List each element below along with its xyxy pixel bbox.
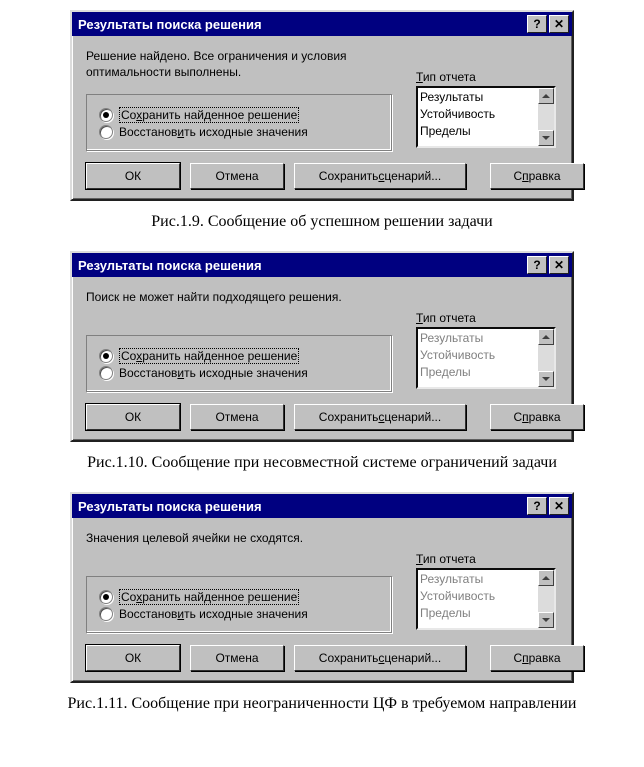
radio-icon bbox=[99, 590, 113, 604]
report-type-listbox[interactable]: РезультатыУстойчивостьПределы bbox=[416, 327, 556, 389]
radio-restore-values[interactable]: Восстановить исходные значения bbox=[99, 607, 379, 621]
scroll-down-button[interactable] bbox=[538, 371, 554, 387]
report-type-block: Тип отчета РезультатыУстойчивостьПределы bbox=[416, 311, 556, 389]
help-reference-button[interactable]: Справка bbox=[490, 163, 584, 189]
chevron-down-icon bbox=[542, 136, 550, 140]
result-action-group: Сохранить найденное решение Восстановить… bbox=[86, 576, 392, 633]
report-option-2: Пределы bbox=[420, 364, 536, 381]
chevron-down-icon bbox=[542, 377, 550, 381]
status-message: Поиск не может найти подходящего решения… bbox=[86, 289, 386, 321]
report-type-label: Тип отчета bbox=[416, 70, 556, 84]
help-button[interactable]: ? bbox=[527, 497, 547, 515]
dialog-title: Результаты поиска решения bbox=[78, 17, 525, 32]
cancel-button[interactable]: Отмена bbox=[190, 163, 284, 189]
radio-keep-solution[interactable]: Сохранить найденное решение bbox=[99, 349, 379, 363]
figure-caption: Рис.1.11. Сообщение при неограниченности… bbox=[10, 695, 634, 713]
report-option-1[interactable]: Устойчивость bbox=[420, 106, 536, 123]
radio-keep-label: Сохранить найденное решение bbox=[119, 107, 299, 123]
title-bar: Результаты поиска решения ? ✕ bbox=[72, 253, 572, 277]
scroll-up-button[interactable] bbox=[538, 570, 554, 586]
report-option-0: Результаты bbox=[420, 571, 536, 588]
radio-icon bbox=[99, 366, 113, 380]
button-row: ОК Отмена Сохранить сценарий... Справка bbox=[86, 163, 558, 189]
report-option-1: Устойчивость bbox=[420, 347, 536, 364]
radio-keep-solution[interactable]: Сохранить найденное решение bbox=[99, 108, 379, 122]
help-button[interactable]: ? bbox=[527, 256, 547, 274]
dialog-title: Результаты поиска решения bbox=[78, 499, 525, 514]
result-action-group: Сохранить найденное решение Восстановить… bbox=[86, 94, 392, 151]
radio-icon bbox=[99, 108, 113, 122]
report-option-2: Пределы bbox=[420, 605, 536, 622]
figure-1: Результаты поиска решения ? ✕ Решение на… bbox=[10, 10, 634, 231]
report-option-0: Результаты bbox=[420, 330, 536, 347]
scroll-down-button[interactable] bbox=[538, 130, 554, 146]
figure-2: Результаты поиска решения ? ✕ Поиск не м… bbox=[10, 251, 634, 472]
radio-keep-label: Сохранить найденное решение bbox=[119, 348, 299, 364]
help-reference-button[interactable]: Справка bbox=[490, 404, 584, 430]
dialog-title: Результаты поиска решения bbox=[78, 258, 525, 273]
ok-button[interactable]: ОК bbox=[86, 404, 180, 430]
status-message: Значения целевой ячейки не сходятся. bbox=[86, 530, 386, 562]
chevron-up-icon bbox=[542, 576, 550, 580]
report-type-label: Тип отчета bbox=[416, 552, 556, 566]
radio-restore-label: Восстановить исходные значения bbox=[119, 366, 308, 380]
figure-3: Результаты поиска решения ? ✕ Значения ц… bbox=[10, 492, 634, 713]
radio-keep-solution[interactable]: Сохранить найденное решение bbox=[99, 590, 379, 604]
scrollbar bbox=[538, 329, 554, 387]
title-bar: Результаты поиска решения ? ✕ bbox=[72, 494, 572, 518]
report-type-label: Тип отчета bbox=[416, 311, 556, 325]
close-button[interactable]: ✕ bbox=[549, 256, 569, 274]
status-message: Решение найдено. Все ограничения и услов… bbox=[86, 48, 386, 80]
result-action-group: Сохранить найденное решение Восстановить… bbox=[86, 335, 392, 392]
scroll-up-button[interactable] bbox=[538, 329, 554, 345]
chevron-up-icon bbox=[542, 94, 550, 98]
button-row: ОК Отмена Сохранить сценарий... Справка bbox=[86, 404, 558, 430]
radio-icon bbox=[99, 125, 113, 139]
report-option-2[interactable]: Пределы bbox=[420, 123, 536, 140]
solver-results-dialog: Результаты поиска решения ? ✕ Поиск не м… bbox=[70, 251, 574, 442]
cancel-button[interactable]: Отмена bbox=[190, 645, 284, 671]
report-type-block: Тип отчета РезультатыУстойчивостьПределы bbox=[416, 70, 556, 148]
report-type-listbox[interactable]: РезультатыУстойчивостьПределы bbox=[416, 568, 556, 630]
help-button[interactable]: ? bbox=[527, 15, 547, 33]
ok-button[interactable]: ОК bbox=[86, 645, 180, 671]
solver-results-dialog: Результаты поиска решения ? ✕ Решение на… bbox=[70, 10, 574, 201]
report-option-0[interactable]: Результаты bbox=[420, 89, 536, 106]
radio-icon bbox=[99, 607, 113, 621]
radio-restore-label: Восстановить исходные значения bbox=[119, 125, 308, 139]
radio-restore-values[interactable]: Восстановить исходные значения bbox=[99, 366, 379, 380]
scroll-down-button[interactable] bbox=[538, 612, 554, 628]
figure-caption: Рис.1.10. Сообщение при несовместной сис… bbox=[10, 454, 634, 472]
scroll-up-button[interactable] bbox=[538, 88, 554, 104]
ok-button[interactable]: ОК bbox=[86, 163, 180, 189]
chevron-down-icon bbox=[542, 618, 550, 622]
report-type-listbox[interactable]: РезультатыУстойчивостьПределы bbox=[416, 86, 556, 148]
scrollbar bbox=[538, 88, 554, 146]
report-option-1: Устойчивость bbox=[420, 588, 536, 605]
save-scenario-button[interactable]: Сохранить сценарий... bbox=[294, 404, 466, 430]
title-bar: Результаты поиска решения ? ✕ bbox=[72, 12, 572, 36]
radio-keep-label: Сохранить найденное решение bbox=[119, 589, 299, 605]
save-scenario-button[interactable]: Сохранить сценарий... bbox=[294, 645, 466, 671]
save-scenario-button[interactable]: Сохранить сценарий... bbox=[294, 163, 466, 189]
close-button[interactable]: ✕ bbox=[549, 15, 569, 33]
close-button[interactable]: ✕ bbox=[549, 497, 569, 515]
report-type-block: Тип отчета РезультатыУстойчивостьПределы bbox=[416, 552, 556, 630]
help-reference-button[interactable]: Справка bbox=[490, 645, 584, 671]
radio-restore-values[interactable]: Восстановить исходные значения bbox=[99, 125, 379, 139]
button-row: ОК Отмена Сохранить сценарий... Справка bbox=[86, 645, 558, 671]
radio-restore-label: Восстановить исходные значения bbox=[119, 607, 308, 621]
radio-icon bbox=[99, 349, 113, 363]
chevron-up-icon bbox=[542, 335, 550, 339]
figure-caption: Рис.1.9. Сообщение об успешном решении з… bbox=[10, 213, 634, 231]
scrollbar bbox=[538, 570, 554, 628]
solver-results-dialog: Результаты поиска решения ? ✕ Значения ц… bbox=[70, 492, 574, 683]
cancel-button[interactable]: Отмена bbox=[190, 404, 284, 430]
